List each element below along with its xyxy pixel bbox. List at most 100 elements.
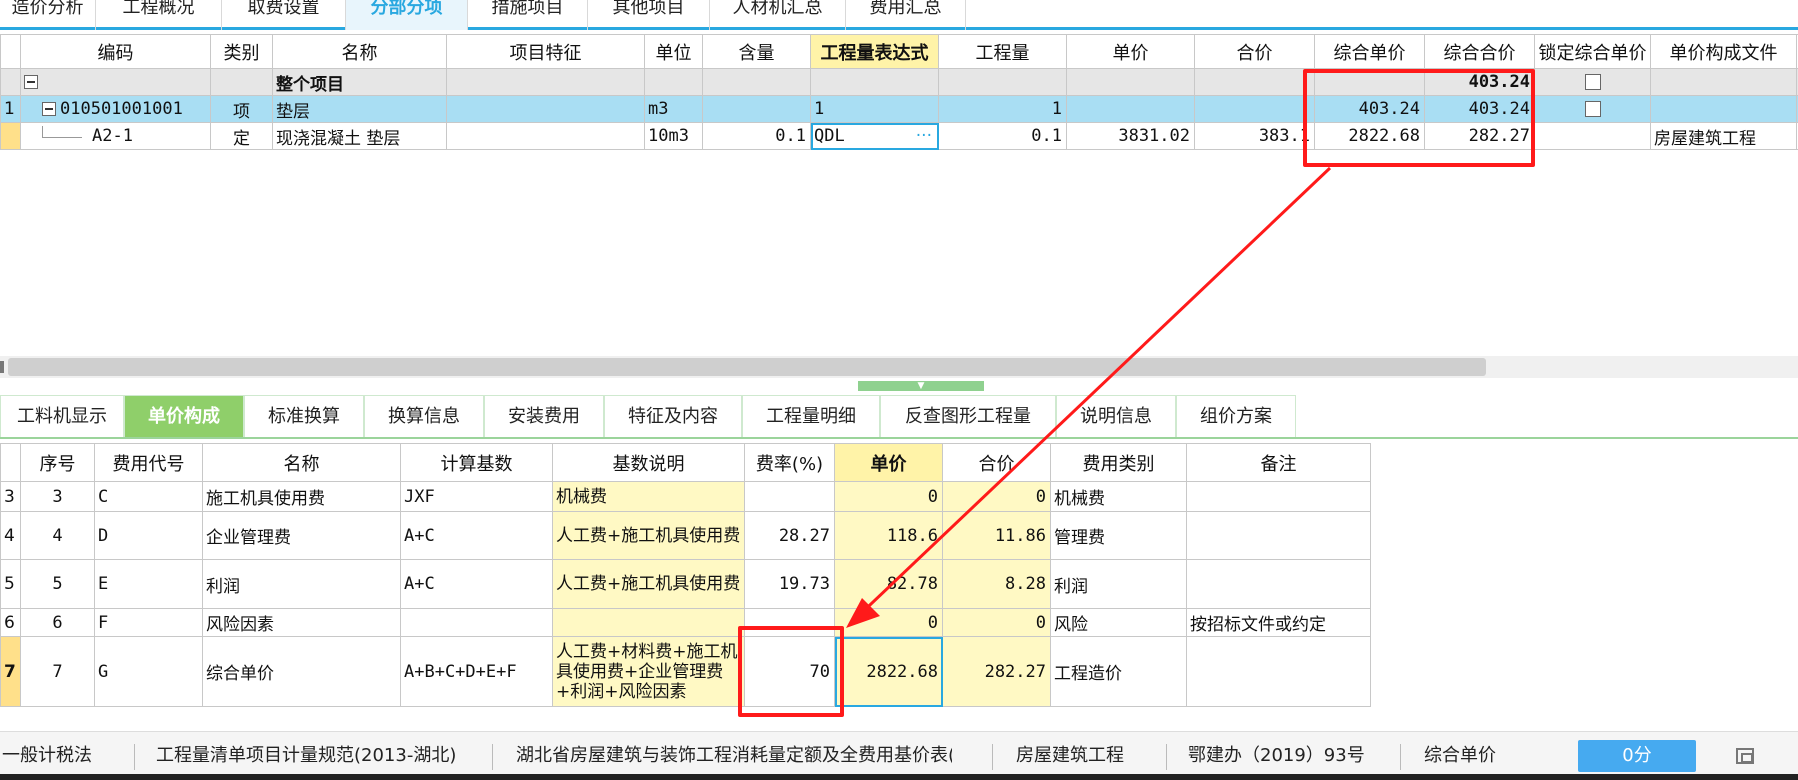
row-base-desc[interactable]: 机械费 <box>552 481 745 512</box>
row-fee-category[interactable]: 风险 <box>1050 608 1187 637</box>
row-seq[interactable]: 6 <box>20 608 95 637</box>
row-lock[interactable] <box>1534 68 1651 96</box>
row-fee-category[interactable]: 工程造价 <box>1050 636 1187 707</box>
row-unit-price[interactable]: 0 <box>834 481 943 512</box>
scrollbar-thumb[interactable] <box>8 358 1486 376</box>
tab-standard-conversion[interactable]: 标准换算 <box>244 395 364 437</box>
row-price[interactable] <box>1066 95 1195 123</box>
more-options-button[interactable]: ··· <box>916 126 932 146</box>
status-tax-method[interactable]: 一般计税法 <box>2 742 128 770</box>
scroll-left-handle[interactable] <box>0 361 4 373</box>
row-seq[interactable]: 7 <box>20 636 95 707</box>
row-base-desc[interactable]: 人工费+施工机具使用费 <box>552 511 745 560</box>
row-code[interactable]: A2-1 <box>20 122 211 150</box>
row-rate[interactable]: 28.27 <box>744 511 835 560</box>
row-total[interactable] <box>1194 68 1315 96</box>
row-lock[interactable] <box>1534 95 1651 123</box>
row-lock[interactable] <box>1534 122 1651 150</box>
row-content[interactable] <box>702 95 811 123</box>
row-fee-code[interactable]: C <box>94 481 203 512</box>
panel-splitter-handle[interactable]: ▼ <box>858 381 984 391</box>
row-fee-name[interactable]: 风险因素 <box>202 608 401 637</box>
header-total[interactable]: 合价 <box>1194 34 1315 69</box>
row-base-desc[interactable]: 人工费+材料费+施工机具使用费+企业管理费+利润+风险因素 <box>552 636 745 707</box>
tab-conversion-info[interactable]: 换算信息 <box>364 395 484 437</box>
row-fee-category[interactable]: 管理费 <box>1050 511 1187 560</box>
tab-fee-summary[interactable]: 费用汇总 <box>846 0 966 30</box>
tab-other-items[interactable]: 其他项目 <box>588 0 710 30</box>
row-fee-name[interactable]: 综合单价 <box>202 636 401 707</box>
header-type[interactable]: 类别 <box>210 34 273 69</box>
tab-fee-settings[interactable]: 取费设置 <box>222 0 346 30</box>
row-qty[interactable]: 1 <box>938 95 1067 123</box>
row-qty[interactable] <box>938 68 1067 96</box>
tab-pricing-plan[interactable]: 组价方案 <box>1176 395 1296 437</box>
row-unit-price[interactable]: 0 <box>834 608 943 637</box>
header-fee-category[interactable]: 费用类别 <box>1050 443 1187 482</box>
header-unit-price[interactable]: 单价 <box>834 443 943 482</box>
header-rate[interactable]: 费率(%) <box>744 443 835 482</box>
row-qty[interactable]: 0.1 <box>938 122 1067 150</box>
row-fee-name[interactable]: 施工机具使用费 <box>202 481 401 512</box>
tab-project-overview[interactable]: 工程概况 <box>96 0 222 30</box>
row-feature[interactable] <box>446 122 645 150</box>
tab-graphic-qty-lookup[interactable]: 反查图形工程量 <box>880 395 1056 437</box>
row-unit-price[interactable]: 118.6 <box>834 511 943 560</box>
header-content[interactable]: 含量 <box>702 34 811 69</box>
row-note[interactable] <box>1186 481 1371 512</box>
row-total[interactable]: 383.1 <box>1194 122 1315 150</box>
row-expr[interactable] <box>810 68 939 96</box>
row-price-file[interactable]: 房屋建筑工程 <box>1650 122 1797 150</box>
table-row[interactable]: 7 7 G 综合单价 A+B+C+D+E+F 人工费+材料费+施工机具使用费+企… <box>0 636 1371 707</box>
status-document[interactable]: 鄂建办（2019）93号 <box>1188 742 1398 770</box>
row-fee-code[interactable]: E <box>94 559 203 609</box>
row-note[interactable]: 按招标文件或约定 <box>1186 608 1371 637</box>
row-amount[interactable]: 8.28 <box>942 559 1051 609</box>
row-type[interactable]: 项 <box>210 95 273 123</box>
header-calc-base[interactable]: 计算基数 <box>400 443 553 482</box>
row-name[interactable]: 整个项目 <box>272 68 447 96</box>
row-fee-name[interactable]: 利润 <box>202 559 401 609</box>
header-note[interactable]: 备注 <box>1186 443 1371 482</box>
row-note[interactable] <box>1186 559 1371 609</box>
row-unit-price[interactable]: 82.78 <box>834 559 943 609</box>
row-calc-base[interactable] <box>400 608 553 637</box>
row-fee-code[interactable]: D <box>94 511 203 560</box>
header-comp-price[interactable]: 综合单价 <box>1314 34 1425 69</box>
row-unit[interactable]: 10m3 <box>644 122 703 150</box>
row-rate[interactable]: 19.73 <box>744 559 835 609</box>
row-content[interactable]: 0.1 <box>702 122 811 150</box>
row-seq[interactable]: 3 <box>20 481 95 512</box>
row-note[interactable] <box>1186 511 1371 560</box>
row-type[interactable]: 定 <box>210 122 273 150</box>
row-amount[interactable]: 0 <box>942 481 1051 512</box>
header-code[interactable]: 编码 <box>20 34 211 69</box>
tab-description[interactable]: 说明信息 <box>1056 395 1176 437</box>
row-type[interactable] <box>210 68 273 96</box>
lock-checkbox[interactable] <box>1584 74 1601 90</box>
row-calc-base[interactable]: A+C <box>400 559 553 609</box>
row-content[interactable] <box>702 68 811 96</box>
restore-window-icon[interactable] <box>1736 748 1754 764</box>
row-total[interactable] <box>1194 95 1315 123</box>
status-spec[interactable]: 工程量清单项目计量规范(2013-湖北) <box>156 742 476 770</box>
header-base-desc[interactable]: 基数说明 <box>552 443 745 482</box>
row-feature[interactable] <box>446 95 645 123</box>
row-price[interactable] <box>1066 68 1195 96</box>
row-note[interactable] <box>1186 636 1371 707</box>
row-fee-category[interactable]: 利润 <box>1050 559 1187 609</box>
header-unit[interactable]: 单位 <box>644 34 703 69</box>
tab-materials-display[interactable]: 工料机显示 <box>0 395 124 437</box>
table-row[interactable]: 4 4 D 企业管理费 A+C 人工费+施工机具使用费 28.27 118.6 … <box>0 511 1371 560</box>
status-quota[interactable]: 湖北省房屋建筑与装饰工程消耗量定额及全费用基价表( <box>516 742 952 770</box>
tab-measures[interactable]: 措施项目 <box>468 0 588 30</box>
row-calc-base[interactable]: JXF <box>400 481 553 512</box>
header-price-file[interactable]: 单价构成文件 <box>1650 34 1797 69</box>
row-expr[interactable]: 1 <box>810 95 939 123</box>
row-fee-code[interactable]: G <box>94 636 203 707</box>
header-feature[interactable]: 项目特征 <box>446 34 645 69</box>
header-fee-name[interactable]: 名称 <box>202 443 401 482</box>
collapse-icon[interactable] <box>42 102 56 116</box>
horizontal-scrollbar[interactable] <box>0 356 1798 378</box>
header-comp-total[interactable]: 综合合价 <box>1424 34 1535 69</box>
